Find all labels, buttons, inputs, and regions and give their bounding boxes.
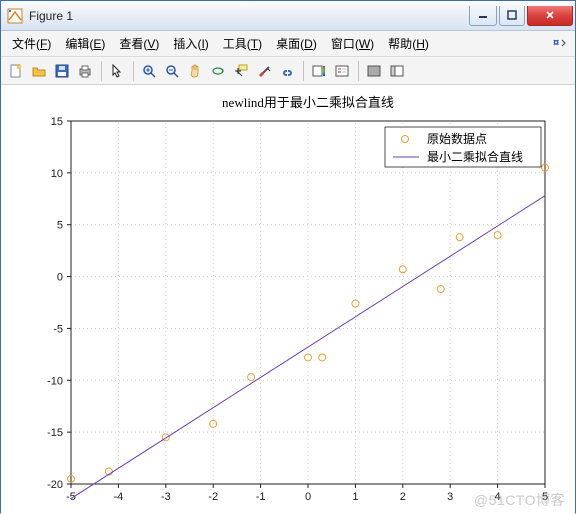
menu-desktop[interactable]: 桌面(D) <box>269 33 324 54</box>
titlebar: Figure 1 <box>1 1 575 31</box>
menu-window[interactable]: 窗口(W) <box>324 33 381 54</box>
menubar: 文件(F) 编辑(E) 查看(V) 插入(I) 工具(T) 桌面(D) 窗口(W… <box>1 31 575 57</box>
menu-tools[interactable]: 工具(T) <box>216 33 269 54</box>
svg-text:10: 10 <box>51 168 63 180</box>
svg-text:4: 4 <box>495 491 501 503</box>
maximize-button[interactable] <box>499 6 525 26</box>
print-icon[interactable] <box>74 60 96 82</box>
open-folder-icon[interactable] <box>28 60 50 82</box>
menu-insert[interactable]: 插入(I) <box>166 33 215 54</box>
hide-panel-icon[interactable] <box>363 60 385 82</box>
svg-text:-2: -2 <box>208 491 218 503</box>
legend-icon[interactable] <box>331 60 353 82</box>
svg-text:newlind用于最小二乘拟合直线: newlind用于最小二乘拟合直线 <box>222 95 394 110</box>
link-icon[interactable] <box>276 60 298 82</box>
rotate-3d-icon[interactable] <box>207 60 229 82</box>
svg-text:3: 3 <box>447 491 453 503</box>
svg-text:-10: -10 <box>47 375 63 387</box>
svg-text:5: 5 <box>542 491 548 503</box>
save-icon[interactable] <box>51 60 73 82</box>
plot-area: -5-4-3-2-1012345-20-15-10-5051015newlind… <box>1 85 575 514</box>
svg-text:-4: -4 <box>114 491 124 503</box>
zoom-in-icon[interactable] <box>138 60 160 82</box>
pointer-icon[interactable] <box>106 60 128 82</box>
svg-text:1: 1 <box>352 491 358 503</box>
svg-text:最小二乘拟合直线: 最小二乘拟合直线 <box>427 149 523 164</box>
svg-text:¤: ¤ <box>553 37 559 48</box>
svg-text:-20: -20 <box>47 479 63 491</box>
menu-view[interactable]: 查看(V) <box>112 33 166 54</box>
chart: -5-4-3-2-1012345-20-15-10-5051015newlind… <box>1 85 575 514</box>
colorbar-icon[interactable] <box>308 60 330 82</box>
menu-edit[interactable]: 编辑(E) <box>58 33 112 54</box>
svg-text:15: 15 <box>51 116 63 128</box>
window-title: Figure 1 <box>29 9 467 23</box>
svg-text:2: 2 <box>400 491 406 503</box>
svg-text:-5: -5 <box>53 323 63 335</box>
minimize-button[interactable] <box>469 6 497 26</box>
toolbar <box>1 57 575 85</box>
data-cursor-icon[interactable] <box>230 60 252 82</box>
help-dropdown-icon[interactable]: ¤ <box>551 36 567 52</box>
svg-text:0: 0 <box>57 272 63 284</box>
pan-hand-icon[interactable] <box>184 60 206 82</box>
menu-file[interactable]: 文件(F) <box>5 33 58 54</box>
svg-text:-5: -5 <box>66 491 76 503</box>
svg-text:-1: -1 <box>256 491 266 503</box>
close-button[interactable] <box>527 6 573 26</box>
svg-text:-15: -15 <box>47 427 63 439</box>
new-file-icon[interactable] <box>5 60 27 82</box>
zoom-out-icon[interactable] <box>161 60 183 82</box>
menu-help[interactable]: 帮助(H) <box>381 33 436 54</box>
svg-text:原始数据点: 原始数据点 <box>427 131 487 146</box>
svg-text:-3: -3 <box>161 491 171 503</box>
svg-text:0: 0 <box>305 491 311 503</box>
app-icon <box>7 8 23 24</box>
brush-icon[interactable] <box>253 60 275 82</box>
show-panel-icon[interactable] <box>386 60 408 82</box>
svg-text:5: 5 <box>57 220 63 232</box>
